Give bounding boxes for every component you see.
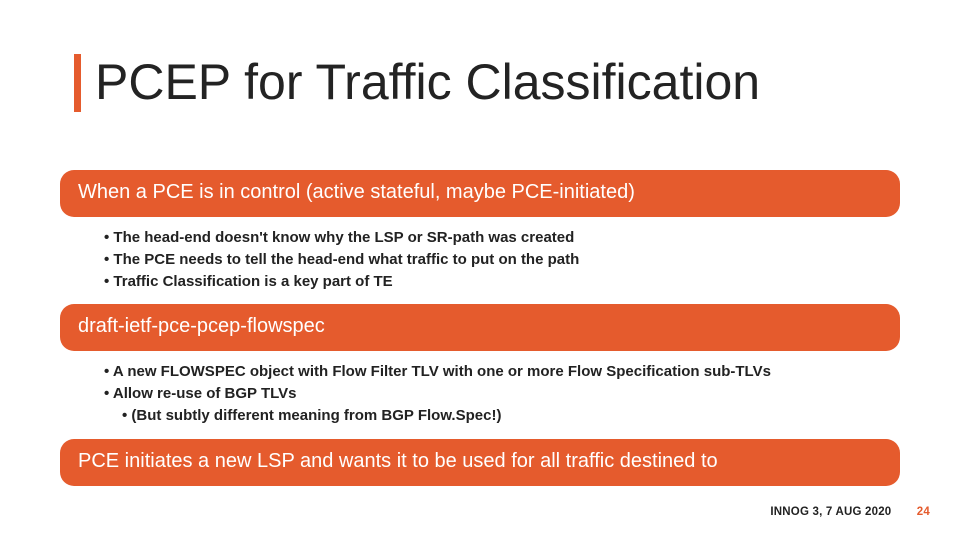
footer-page-number: 24 xyxy=(917,506,930,518)
section-heading-text: When a PCE is in control (active statefu… xyxy=(78,180,882,205)
bullet: The PCE needs to tell the head-end what … xyxy=(104,249,874,271)
section-heading-2: PCE initiates a new LSP and wants it to … xyxy=(60,439,900,486)
content-stack: When a PCE is in control (active statefu… xyxy=(60,170,900,488)
bullet: Traffic Classification is a key part of … xyxy=(104,271,874,293)
title-block: PCEP for Traffic Classification xyxy=(74,54,760,112)
section-bullets-1: A new FLOWSPEC object with Flow Filter T… xyxy=(82,353,890,436)
section-bullets-0: The head-end doesn't know why the LSP or… xyxy=(82,219,890,302)
section-heading-text: draft-ietf-pce-pcep-flowspec xyxy=(78,314,882,339)
section-heading-0: When a PCE is in control (active statefu… xyxy=(60,170,900,217)
title-accent-bar xyxy=(74,54,81,112)
bullet: The head-end doesn't know why the LSP or… xyxy=(104,227,874,249)
section-heading-1: draft-ietf-pce-pcep-flowspec xyxy=(60,304,900,351)
section-heading-text: PCE initiates a new LSP and wants it to … xyxy=(78,449,882,474)
bullet-indented: (But subtly different meaning from BGP F… xyxy=(104,405,874,427)
slide-footer: INNOG 3, 7 AUG 2020 24 xyxy=(770,506,930,518)
bullet: Allow re-use of BGP TLVs xyxy=(104,383,874,405)
bullet: A new FLOWSPEC object with Flow Filter T… xyxy=(104,361,874,383)
footer-event: INNOG 3, 7 AUG 2020 xyxy=(770,506,891,518)
slide-title: PCEP for Traffic Classification xyxy=(95,54,760,112)
